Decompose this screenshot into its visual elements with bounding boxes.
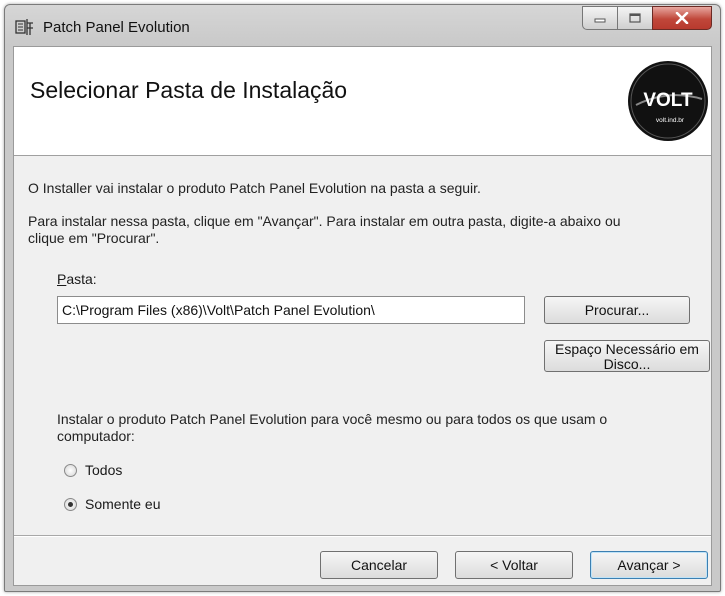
next-button[interactable]: Avançar >: [590, 551, 708, 579]
disk-space-button[interactable]: Espaço Necessário em Disco...: [544, 340, 710, 372]
radio-button-selected[interactable]: [64, 497, 77, 511]
window-controls: [582, 6, 712, 30]
instructions-line-2: clique em "Procurar".: [28, 230, 160, 246]
volt-logo: VOLT volt.ind.br: [628, 61, 708, 141]
folder-label-accelerator: P: [57, 271, 67, 287]
radio-label-somente-eu: Somente eu: [85, 496, 161, 512]
folder-label-text: asta:: [66, 271, 97, 287]
disk-space-label-line-1: Espaço Necessário em: [555, 341, 699, 357]
maximize-button[interactable]: [617, 6, 652, 30]
installer-app-icon: [15, 19, 33, 35]
close-icon: [675, 12, 689, 24]
radio-option-somente-eu[interactable]: Somente eu: [64, 496, 161, 512]
disk-space-label-line-2: Disco...: [603, 356, 651, 372]
close-button[interactable]: [652, 6, 712, 30]
cancel-button[interactable]: Cancelar: [320, 551, 438, 579]
window-title: Patch Panel Evolution: [43, 19, 190, 36]
minimize-button[interactable]: [582, 6, 617, 30]
minimize-icon: [594, 18, 606, 23]
intro-text: O Installer vai instalar o produto Patch…: [28, 180, 481, 196]
logo-url: volt.ind.br: [656, 117, 685, 124]
install-scope-question-line-2: computador:: [57, 428, 135, 444]
radio-option-todos[interactable]: Todos: [64, 462, 122, 478]
dialog-header: Selecionar Pasta de Instalação VOLT volt…: [14, 47, 711, 156]
logo-wordmark: VOLT: [643, 90, 693, 111]
page-title: Selecionar Pasta de Instalação: [30, 77, 348, 103]
installer-window: Patch Panel Evolution Selecionar Pasta d…: [4, 4, 721, 592]
radio-button[interactable]: [64, 463, 77, 477]
radio-label-todos: Todos: [85, 462, 123, 478]
maximize-icon: [629, 13, 641, 23]
title-bar[interactable]: Patch Panel Evolution: [5, 5, 720, 47]
dialog-client-area: Selecionar Pasta de Instalação VOLT volt…: [13, 46, 712, 586]
folder-path-input[interactable]: [57, 296, 525, 324]
browse-button[interactable]: Procurar...: [544, 296, 690, 324]
back-button[interactable]: < Voltar: [455, 551, 573, 579]
folder-label: Pasta:: [57, 271, 97, 287]
instructions-line-1: Para instalar nessa pasta, clique em "Av…: [28, 213, 621, 229]
footer-divider: [14, 535, 711, 537]
install-scope-question-line-1: Instalar o produto Patch Panel Evolution…: [57, 411, 608, 427]
